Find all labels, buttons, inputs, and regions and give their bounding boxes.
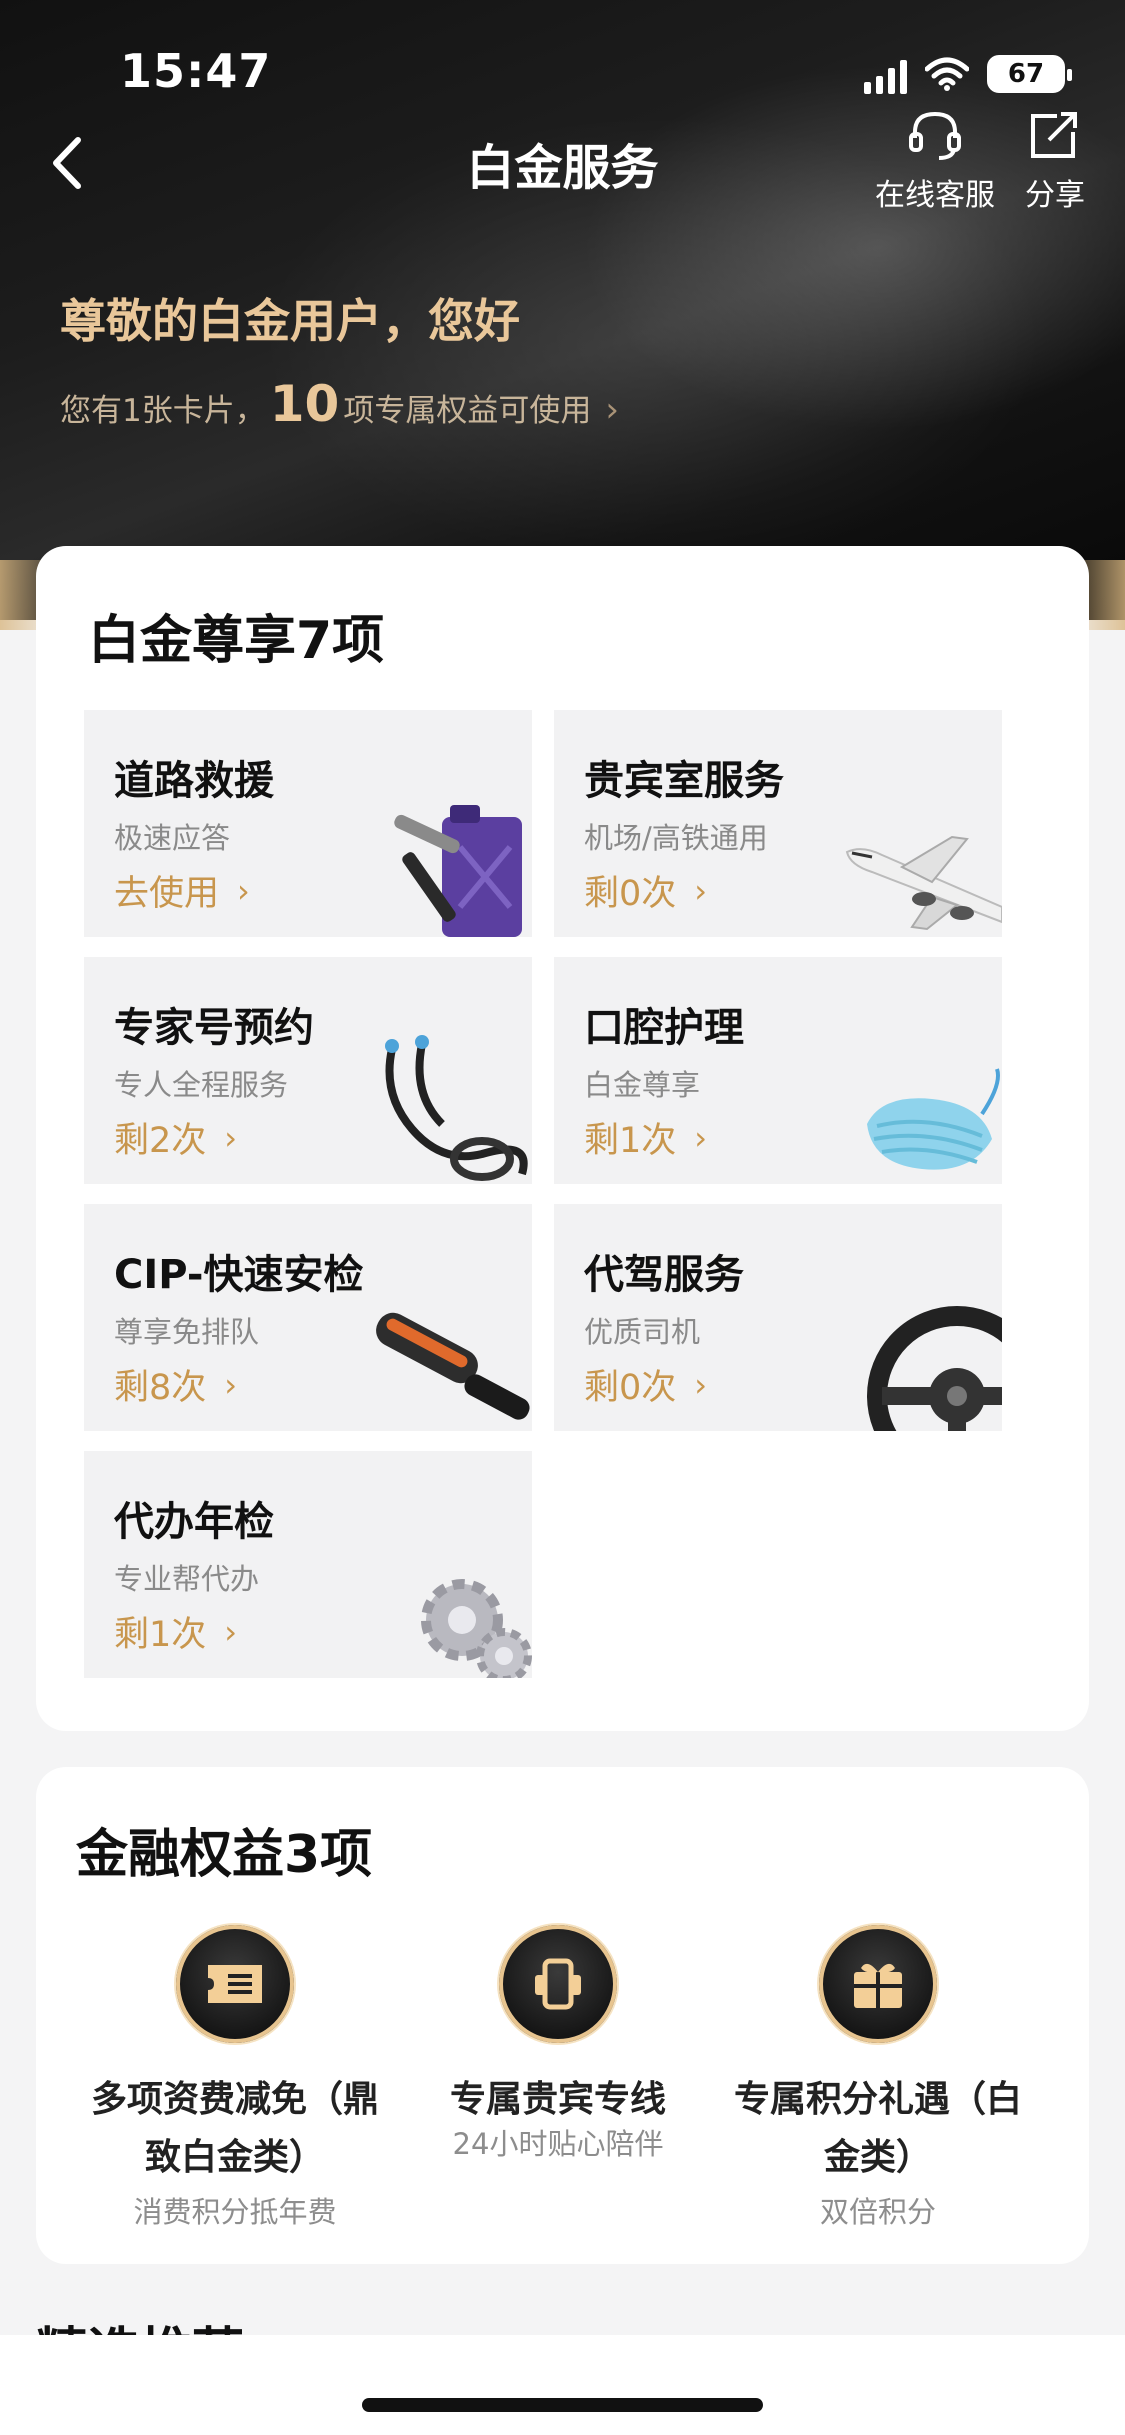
tile-action: 剩2次 › bbox=[114, 1118, 238, 1162]
tile-road-rescue[interactable]: 道路救援 极速应答 去使用 › bbox=[84, 710, 532, 937]
tile-name: 专家号预约 bbox=[114, 1005, 314, 1051]
tile-desc: 机场/高铁通用 bbox=[584, 821, 768, 855]
tile-action: 剩0次 › bbox=[584, 871, 708, 915]
tile-action: 去使用 › bbox=[114, 871, 250, 915]
steering-wheel-icon bbox=[867, 1306, 1002, 1431]
tile-name: 代驾服务 bbox=[584, 1252, 744, 1298]
tile-cip-security[interactable]: CIP-快速安检 尊享免排队 剩8次 › bbox=[84, 1204, 532, 1431]
home-indicator[interactable] bbox=[362, 2398, 763, 2412]
tile-name: 道路救援 bbox=[114, 758, 274, 804]
tile-desc: 优质司机 bbox=[584, 1315, 701, 1349]
finance-item-desc: 消费积分抵年费 bbox=[133, 2195, 337, 2229]
nav-bar: 白金服务 在线客服 分享 bbox=[0, 110, 1125, 230]
headset-icon bbox=[909, 111, 961, 160]
wifi-icon bbox=[925, 57, 969, 91]
share-button[interactable]: 分享 bbox=[1025, 110, 1085, 214]
tile-annual-inspection[interactable]: 代办年检 专业帮代办 剩1次 › bbox=[84, 1451, 532, 1678]
platinum-section-title: 白金尊享7项 bbox=[88, 611, 385, 671]
summary-suffix: 项专属权益可使用 bbox=[343, 393, 592, 429]
tile-expert-appointment[interactable]: 专家号预约 专人全程服务 剩2次 › bbox=[84, 957, 532, 1184]
stethoscope-icon bbox=[385, 1035, 528, 1181]
tile-action: 剩8次 › bbox=[114, 1365, 238, 1409]
tile-vip-lounge[interactable]: 贵宾室服务 机场/高铁通用 剩0次 › bbox=[554, 710, 1002, 937]
tile-name: 代办年检 bbox=[114, 1499, 274, 1545]
tile-desc: 极速应答 bbox=[114, 821, 231, 855]
finance-item-desc: 24小时贴心陪伴 bbox=[452, 2127, 664, 2161]
tile-designated-driver[interactable]: 代驾服务 优质司机 剩0次 › bbox=[554, 1204, 1002, 1431]
tile-name: CIP-快速安检 bbox=[114, 1252, 364, 1298]
status-icons: 67 bbox=[864, 50, 1072, 98]
benefits-summary-link[interactable]: 您有1张卡片， 10 项专属权益可使用 › bbox=[60, 375, 619, 433]
battery-icon: 67 bbox=[987, 55, 1072, 93]
finance-item-name: 多项资费减免（鼎 致白金类） bbox=[90, 2079, 379, 2178]
tile-desc: 专业帮代办 bbox=[114, 1562, 260, 1596]
tile-action: 剩1次 › bbox=[114, 1612, 238, 1656]
airplane-icon bbox=[845, 835, 1002, 931]
status-time: 15:47 bbox=[120, 44, 272, 98]
summary-count: 10 bbox=[269, 375, 340, 433]
tile-name: 贵宾室服务 bbox=[584, 758, 784, 804]
mask-icon bbox=[867, 1068, 1000, 1170]
finance-item-points-gift[interactable]: 专属积分礼遇（白 金类） 双倍积分 bbox=[718, 1925, 1038, 2231]
finance-item-name: 专属积分礼遇（白 金类） bbox=[733, 2079, 1022, 2178]
tile-desc: 尊享免排队 bbox=[114, 1315, 260, 1349]
ticket-icon bbox=[176, 1925, 294, 2043]
gears-icon bbox=[421, 1579, 532, 1678]
greeting-text: 尊敬的白金用户，您好 bbox=[60, 294, 520, 348]
gift-icon bbox=[819, 1925, 937, 2043]
finance-item-desc: 双倍积分 bbox=[819, 2195, 936, 2229]
tile-name: 口腔护理 bbox=[584, 1005, 744, 1051]
fuel-can-hammer-icon bbox=[394, 805, 522, 937]
finance-item-vip-hotline[interactable]: 专属贵宾专线 24小时贴心陪伴 bbox=[398, 1925, 718, 2163]
tile-desc: 白金尊享 bbox=[584, 1068, 701, 1102]
chevron-right-icon: › bbox=[605, 390, 619, 430]
tile-action: 剩0次 › bbox=[584, 1365, 708, 1409]
phone-icon bbox=[499, 1925, 617, 2043]
signal-icon bbox=[864, 54, 907, 94]
share-icon bbox=[1031, 112, 1077, 158]
online-service-label: 在线客服 bbox=[875, 178, 995, 213]
online-service-button[interactable]: 在线客服 bbox=[875, 110, 995, 214]
tile-desc: 专人全程服务 bbox=[114, 1068, 289, 1102]
bottom-safe-area bbox=[0, 2335, 1125, 2435]
tile-oral-care[interactable]: 口腔护理 白金尊享 剩1次 › bbox=[554, 957, 1002, 1184]
summary-prefix: 您有1张卡片， bbox=[60, 393, 266, 429]
tile-action: 剩1次 › bbox=[584, 1118, 708, 1162]
share-label: 分享 bbox=[1025, 178, 1085, 213]
finance-section-title: 金融权益3项 bbox=[76, 1825, 373, 1885]
finance-item-fee-waiver[interactable]: 多项资费减免（鼎 致白金类） 消费积分抵年费 bbox=[75, 1925, 395, 2231]
metal-detector-icon bbox=[376, 1312, 530, 1420]
platinum-benefits-card: 白金尊享7项 道路救援 极速应答 去使用 › 贵宾室服务 机场/高铁通用 剩0次 ›… bbox=[36, 546, 1089, 1731]
